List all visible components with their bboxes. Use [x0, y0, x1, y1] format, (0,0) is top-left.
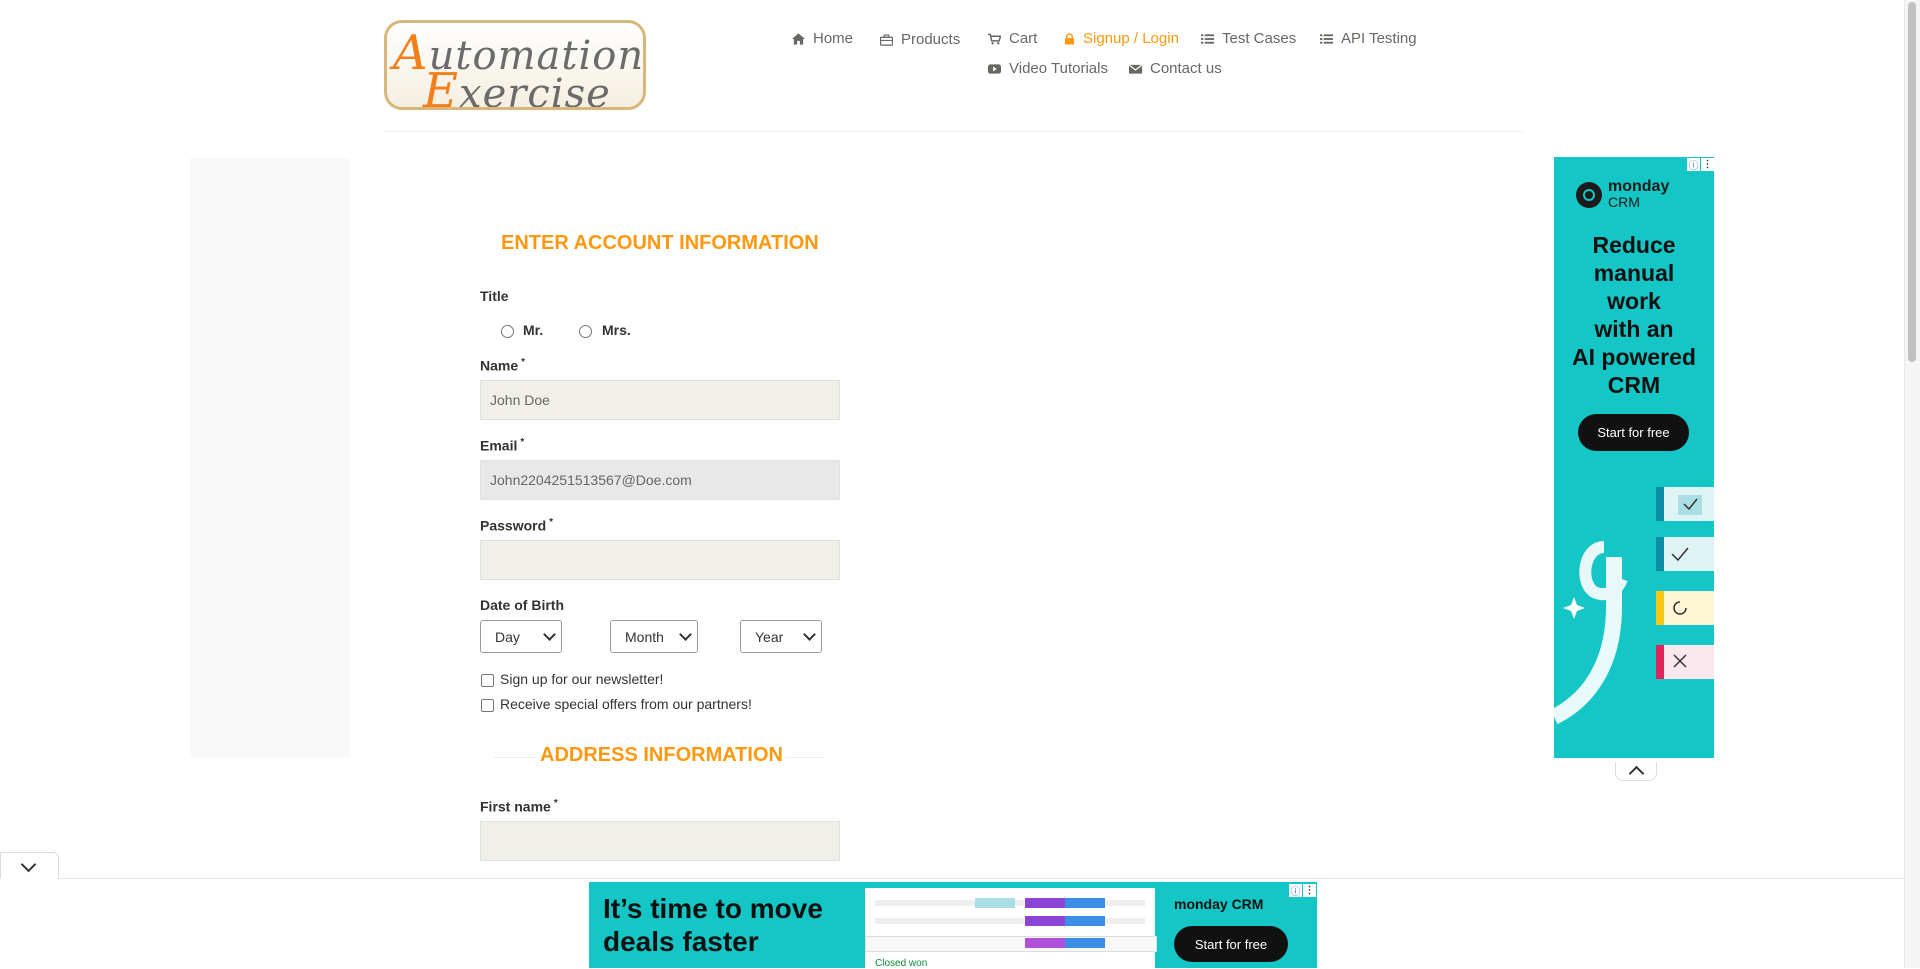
lock-icon — [1064, 32, 1075, 44]
name-label: Name * — [480, 357, 526, 374]
dob-month-select[interactable]: Month — [610, 620, 698, 653]
password-label: Password * — [480, 517, 554, 534]
offers-label: Receive special offers from our partners… — [500, 696, 752, 712]
name-input[interactable]: John Doe — [480, 380, 840, 420]
email-label: Email * — [480, 437, 525, 454]
list-icon — [1201, 33, 1214, 44]
first-name-label: First name * — [480, 798, 558, 815]
dob-day-select[interactable]: Day — [480, 620, 562, 653]
right-ad-banner[interactable]: monday CRM Reduce manual work with an AI… — [1554, 157, 1714, 758]
nav-contact-us[interactable]: Contact us — [1129, 60, 1222, 77]
nav-api-testing[interactable]: API Testing — [1320, 30, 1417, 47]
bottom-ad-toggle[interactable] — [0, 852, 59, 879]
dob-year-select[interactable]: Year — [740, 620, 822, 653]
title-mr-radio[interactable] — [501, 325, 514, 338]
nav-signup-login[interactable]: Signup / Login — [1064, 30, 1179, 47]
youtube-icon — [988, 63, 1001, 74]
title-label: Title — [480, 288, 509, 304]
title-mrs-label: Mrs. — [602, 322, 631, 338]
ad-info-icon[interactable]: ⓘ — [1687, 158, 1700, 172]
address-info-heading: ADDRESS INFORMATION — [538, 744, 785, 767]
ad-brand: monday CRM — [1576, 179, 1669, 210]
nav-video-tutorials[interactable]: Video Tutorials — [988, 60, 1108, 77]
password-input[interactable] — [480, 540, 840, 580]
cart-icon — [988, 33, 1001, 44]
page-scrollbar-thumb[interactable] — [1908, 2, 1916, 362]
chevron-down-icon — [679, 628, 692, 641]
first-name-input[interactable] — [480, 821, 840, 861]
header-divider — [383, 131, 1523, 132]
ad-menu-icon[interactable]: ⋮ — [1701, 158, 1714, 171]
chevron-down-icon — [20, 856, 37, 873]
monday-logo-icon — [1576, 181, 1602, 208]
ad-info-icon[interactable]: ⓘ — [1289, 884, 1302, 898]
bottom-ad-brand: monday CRM — [1174, 896, 1264, 912]
email-input[interactable]: John2204251513567@Doe.com — [480, 460, 840, 500]
newsletter-checkbox[interactable] — [481, 674, 494, 687]
dob-label: Date of Birth — [480, 597, 564, 613]
title-mr-label: Mr. — [523, 322, 544, 338]
ad-headline: Reduce manual work with an AI powered CR… — [1572, 232, 1696, 398]
nav-test-cases[interactable]: Test Cases — [1201, 30, 1296, 47]
chevron-up-icon — [1628, 765, 1645, 782]
site-logo[interactable]: Automation Exercise — [384, 20, 646, 110]
ad-menu-icon[interactable]: ⋮ — [1303, 884, 1316, 897]
logo-text-line2: xercise — [459, 71, 611, 110]
offers-checkbox[interactable] — [481, 699, 494, 712]
envelope-icon — [1129, 64, 1142, 74]
chevron-down-icon — [543, 628, 556, 641]
nav-home[interactable]: Home — [792, 30, 853, 47]
ad-start-free-button[interactable]: Start for free — [1578, 414, 1689, 451]
chevron-down-icon — [803, 628, 816, 641]
bottom-ad-start-free-button[interactable]: Start for free — [1174, 926, 1288, 962]
account-info-heading: ENTER ACCOUNT INFORMATION — [501, 232, 819, 254]
home-icon — [792, 32, 805, 45]
briefcase-icon — [880, 34, 893, 46]
bottom-ad-headline: It’s time to move deals faster — [603, 893, 823, 957]
left-ad-placeholder — [190, 158, 350, 758]
nav-cart[interactable]: Cart — [988, 30, 1037, 47]
nav-products[interactable]: Products — [880, 31, 960, 48]
ad-illustration-icon — [1554, 487, 1714, 725]
logo-initial-e: E — [423, 63, 460, 110]
newsletter-label: Sign up for our newsletter! — [500, 671, 664, 687]
title-mrs-radio[interactable] — [579, 325, 592, 338]
ad-collapse-button[interactable] — [1615, 762, 1657, 782]
bottom-ad-screenshot: Closed won — [865, 888, 1157, 968]
list-icon — [1320, 33, 1333, 44]
bottom-ad-banner[interactable]: It’s time to move deals faster Closed wo… — [589, 882, 1317, 968]
